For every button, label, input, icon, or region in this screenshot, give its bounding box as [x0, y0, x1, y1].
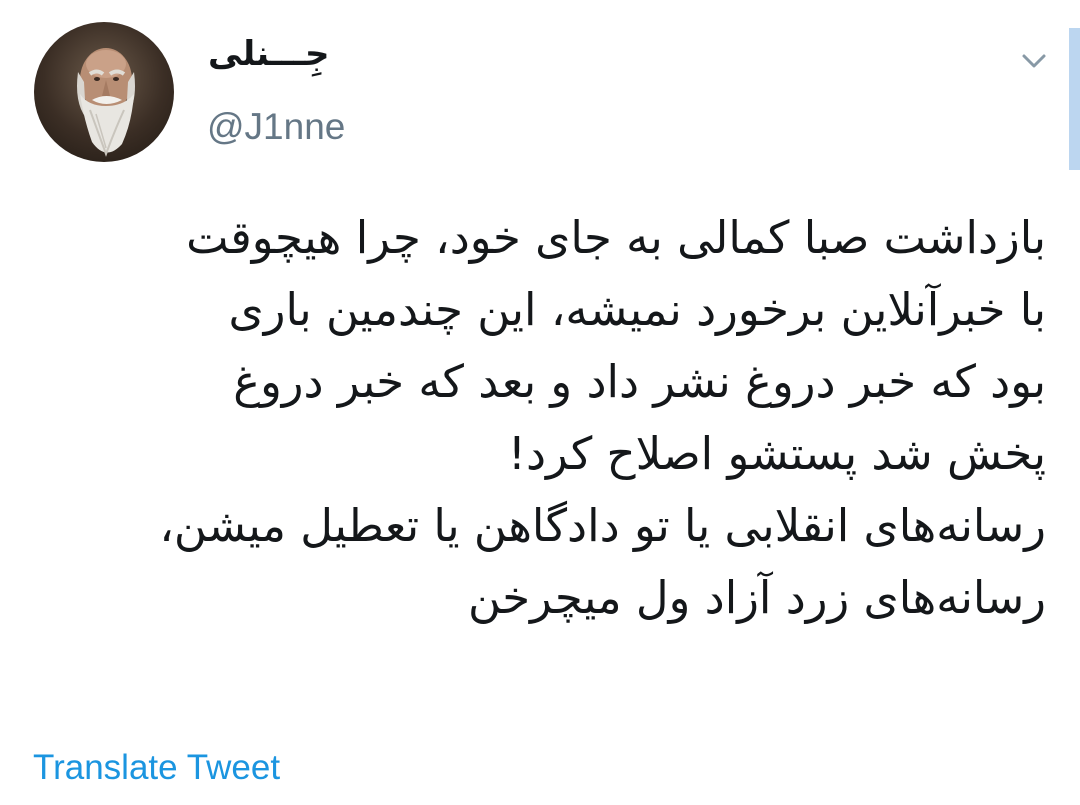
tweet-text-line: بازداشت صبا کمالی به جای خود، چرا هیچوقت — [186, 211, 1046, 264]
chevron-down-icon[interactable] — [1016, 46, 1052, 76]
tweet-text-line: بود که خبر دروغ نشر داد و بعد که خبر درو… — [233, 355, 1046, 408]
tweet-text-line: رسانه‌های زرد آزاد ول میچرخن — [467, 571, 1046, 624]
tweet-text-line: پخش شد پستشو اصلاح کرد! — [507, 427, 1046, 480]
tweet-text: بازداشت صبا کمالی به جای خود، چرا هیچوقت… — [36, 202, 1046, 634]
tweet-card: جِـــنلی @J1nne بازداشت صبا کمالی به جای… — [0, 0, 1080, 805]
scroll-indicator[interactable] — [1069, 28, 1080, 170]
avatar[interactable] — [34, 22, 174, 162]
tweet-text-line: با خبرآنلاین برخورد نمیشه، این چندمین با… — [228, 283, 1046, 336]
translate-tweet-link[interactable]: Translate Tweet — [33, 748, 280, 788]
author-handle[interactable]: @J1nne — [207, 106, 345, 148]
bearded-old-man-portrait-icon — [77, 48, 135, 157]
tweet-text-line: رسانه‌های انقلابی یا تو دادگاهن یا تعطیل… — [159, 499, 1046, 552]
author-display-name[interactable]: جِـــنلی — [208, 34, 330, 74]
